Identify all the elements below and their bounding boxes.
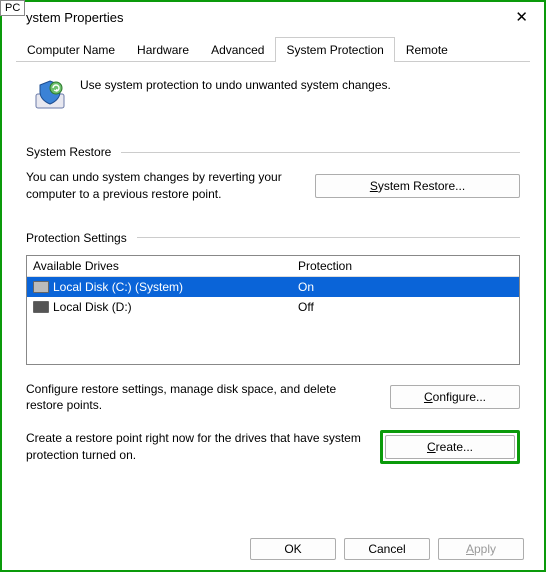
drive-table: Available Drives Protection Local Disk (…	[26, 255, 520, 365]
cancel-button[interactable]: Cancel	[344, 538, 430, 560]
pc-corner-tag: PC	[0, 0, 25, 16]
drive-protection: On	[298, 280, 513, 294]
drive-protection: Off	[298, 300, 513, 314]
intro-text: Use system protection to undo unwanted s…	[80, 78, 391, 92]
system-restore-button[interactable]: System Restore...	[315, 174, 520, 198]
tab-strip: Computer Name Hardware Advanced System P…	[16, 36, 530, 62]
drive-name: Local Disk (D:)	[53, 300, 132, 314]
table-header: Available Drives Protection	[27, 256, 519, 277]
window-title: ystem Properties	[26, 10, 124, 25]
tab-computer-name[interactable]: Computer Name	[16, 37, 126, 62]
col-header-drives: Available Drives	[33, 259, 298, 273]
restore-text: You can undo system changes by reverting…	[26, 169, 297, 203]
disk-icon	[33, 301, 49, 313]
tab-pane: Use system protection to undo unwanted s…	[2, 62, 544, 476]
section-title-restore: System Restore	[26, 145, 111, 159]
tab-remote[interactable]: Remote	[395, 37, 459, 62]
apply-button[interactable]: Apply	[438, 538, 524, 560]
create-highlight: Create...	[380, 430, 520, 464]
disk-icon	[33, 281, 49, 293]
divider	[121, 152, 520, 153]
create-text: Create a restore point right now for the…	[26, 430, 362, 464]
divider	[137, 237, 520, 238]
configure-text: Configure restore settings, manage disk …	[26, 381, 372, 415]
intro-row: Use system protection to undo unwanted s…	[26, 74, 520, 121]
tab-system-protection[interactable]: System Protection	[275, 37, 394, 62]
configure-row: Configure restore settings, manage disk …	[26, 381, 520, 415]
section-header-restore: System Restore	[26, 145, 520, 159]
shield-icon	[32, 78, 68, 117]
titlebar: ystem Properties ✕	[2, 2, 544, 32]
close-icon[interactable]: ✕	[509, 8, 534, 26]
configure-button[interactable]: Configure...	[390, 385, 520, 409]
tab-hardware[interactable]: Hardware	[126, 37, 200, 62]
table-row[interactable]: Local Disk (D:) Off	[27, 297, 519, 317]
section-header-protection: Protection Settings	[26, 231, 520, 245]
create-row: Create a restore point right now for the…	[26, 430, 520, 464]
dialog-button-row: OK Cancel Apply	[250, 538, 524, 560]
section-title-protection: Protection Settings	[26, 231, 127, 245]
tab-advanced[interactable]: Advanced	[200, 37, 275, 62]
ok-button[interactable]: OK	[250, 538, 336, 560]
drive-name: Local Disk (C:) (System)	[53, 280, 183, 294]
create-button[interactable]: Create...	[385, 435, 515, 459]
restore-row: You can undo system changes by reverting…	[26, 169, 520, 203]
col-header-protection: Protection	[298, 259, 513, 273]
table-row[interactable]: Local Disk (C:) (System) On	[27, 277, 519, 297]
